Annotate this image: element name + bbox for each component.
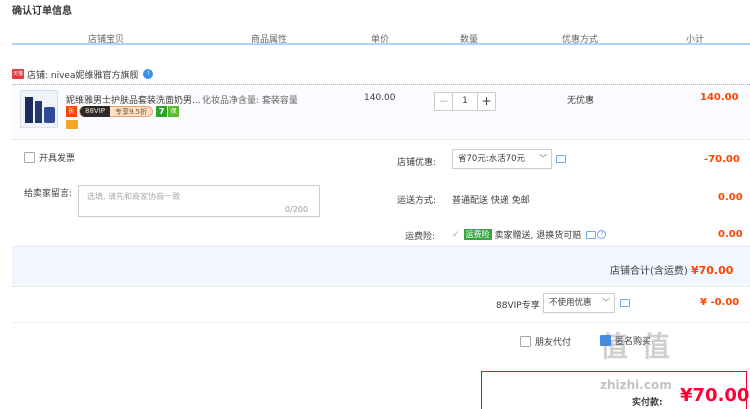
quantity-decrease-button[interactable]: − (434, 92, 453, 111)
shop-total-label: 店铺合计(含运费) (610, 266, 688, 277)
item-discount: 无优惠 (567, 96, 595, 106)
chat-icon[interactable] (586, 230, 597, 239)
chat-icon[interactable] (556, 155, 566, 163)
shop-name-link[interactable]: 店铺: nivea妮维雅官方旗舰 (27, 68, 138, 81)
shop-row: 天猫 店铺: nivea妮维雅官方旗舰 ! (12, 67, 154, 81)
product-thumbnail[interactable] (20, 90, 58, 128)
promo-tag-icon: 折 (66, 106, 77, 117)
invoice-option[interactable]: 开具发票 (24, 151, 75, 164)
shop-discount-label: 店铺优惠: (397, 158, 437, 168)
pay-total: ¥70.00 (680, 385, 750, 406)
shop-info-icon[interactable]: ! (143, 69, 154, 79)
chevron-down-icon: ﹀ (602, 298, 610, 307)
insurance-badge: 运费险 (463, 229, 492, 240)
page-title: 确认订单信息 (12, 6, 72, 17)
shipping-label: 运送方式: (397, 196, 437, 206)
divider (12, 322, 750, 323)
shop-discount-select[interactable]: 省70元:水活70元 ﹀ (452, 149, 552, 169)
insurance-value: 0.00 (718, 229, 743, 240)
product-attribute: 化妆品净含量: 套装容量 (202, 96, 298, 106)
shop-total: 店铺合计(含运费) ¥70.00 (610, 262, 733, 277)
product-tags: 折 88VIP 专享9.5折 7 保 (66, 105, 180, 118)
vip-discount-value: ¥ -0.00 (700, 297, 740, 308)
header-divider (12, 43, 750, 45)
chevron-down-icon: ﹀ (539, 154, 547, 163)
quantity-stepper[interactable]: − 1 + (434, 92, 496, 111)
invoice-checkbox[interactable] (24, 152, 35, 163)
shipping-method: 普通配送 快递 免邮 (452, 196, 530, 206)
help-icon[interactable]: ? (597, 230, 607, 239)
insurance-text: 卖家赠送, 退换货可赔 (494, 231, 582, 241)
invoice-label: 开具发票 (39, 154, 76, 164)
seller-message-placeholder: 选填, 请先和商家协商一致 (87, 192, 181, 201)
friend-pay-checkbox[interactable] (520, 336, 531, 347)
quantity-input[interactable]: 1 (453, 92, 477, 111)
seven-day-return-icon: 7 (156, 106, 168, 117)
shop-discount-value: -70.00 (704, 154, 740, 165)
shop-total-value: ¥70.00 (691, 264, 734, 277)
insurance-label: 运费险: (405, 232, 436, 242)
credit-card-icon (66, 120, 78, 129)
seller-message-counter: 0/200 (285, 205, 309, 214)
vip-discount-select[interactable]: 不使用优惠 ﹀ (543, 293, 615, 313)
vip-label: 88VIP专享 (496, 301, 540, 311)
friend-pay-option[interactable]: 朋友代付 (520, 335, 571, 348)
quantity-increase-button[interactable]: + (477, 92, 496, 111)
guarantee-icon: 保 (168, 106, 180, 117)
check-icon: ✓ (452, 229, 460, 240)
friend-pay-label: 朋友代付 (535, 338, 572, 348)
pay-label: 实付款: (632, 398, 663, 408)
shipping-value: 0.00 (718, 192, 743, 203)
vip-discount-tag: 88VIP 专享9.5折 (79, 106, 154, 117)
insurance-row: ✓ 运费险 卖家赠送, 退换货可赔 ? (452, 228, 607, 241)
watermark: 值 值 (600, 330, 672, 363)
item-subtotal: 140.00 (700, 92, 739, 103)
unit-price: 140.00 (364, 93, 396, 103)
tmall-icon: 天猫 (12, 69, 24, 79)
seller-message-label: 给卖家留言: (24, 189, 73, 199)
watermark-url: zhizhi.com (600, 378, 672, 392)
chat-icon[interactable] (620, 299, 630, 307)
